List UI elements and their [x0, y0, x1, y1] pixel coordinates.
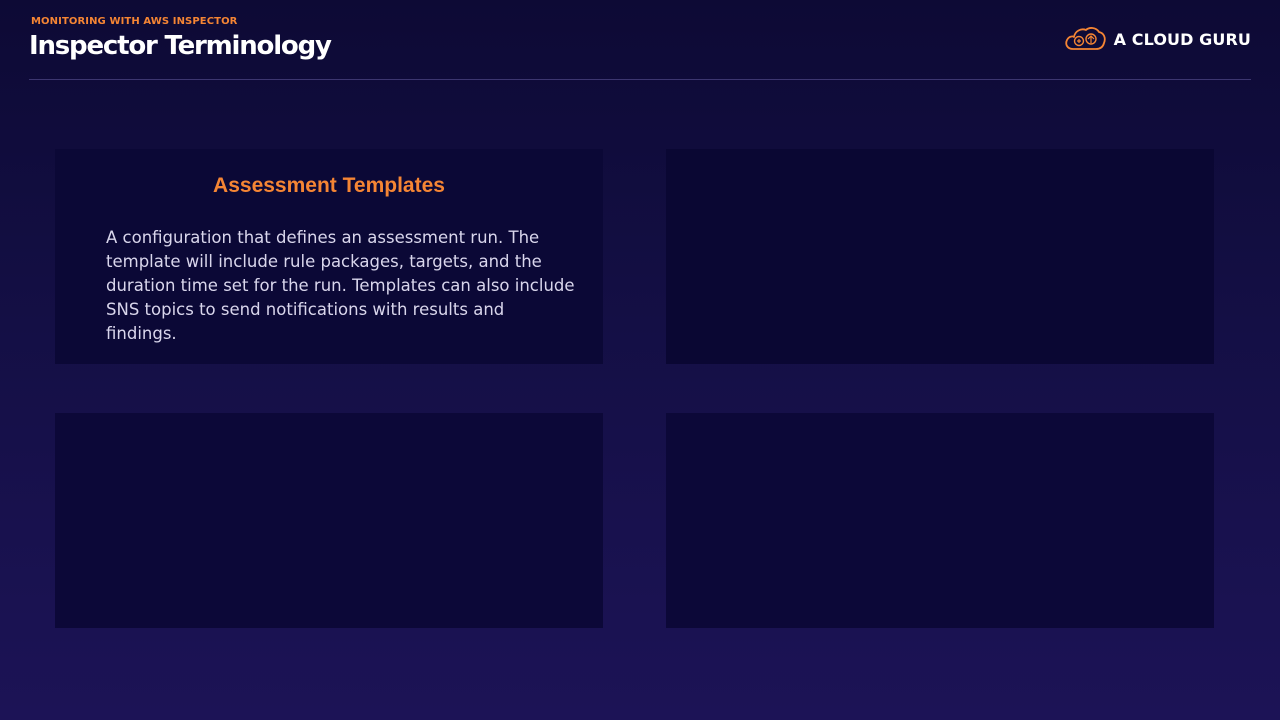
brand: A CLOUD GURU — [1064, 24, 1251, 54]
term-card-empty-3 — [55, 413, 603, 628]
card-title: Assessment Templates — [213, 174, 445, 197]
term-card-empty-4 — [666, 413, 1214, 628]
brand-name: A CLOUD GURU — [1113, 29, 1251, 49]
header-divider — [29, 79, 1251, 80]
cloud-logo-icon — [1064, 27, 1106, 50]
term-card-assessment-templates: Assessment Templates A configuration tha… — [55, 149, 603, 364]
card-description: A configuration that defines an assessme… — [106, 228, 575, 343]
slide-title: Inspector Terminology — [29, 31, 332, 61]
section-eyebrow: MONITORING WITH AWS INSPECTOR — [31, 16, 238, 27]
term-card-empty-2 — [666, 149, 1214, 364]
